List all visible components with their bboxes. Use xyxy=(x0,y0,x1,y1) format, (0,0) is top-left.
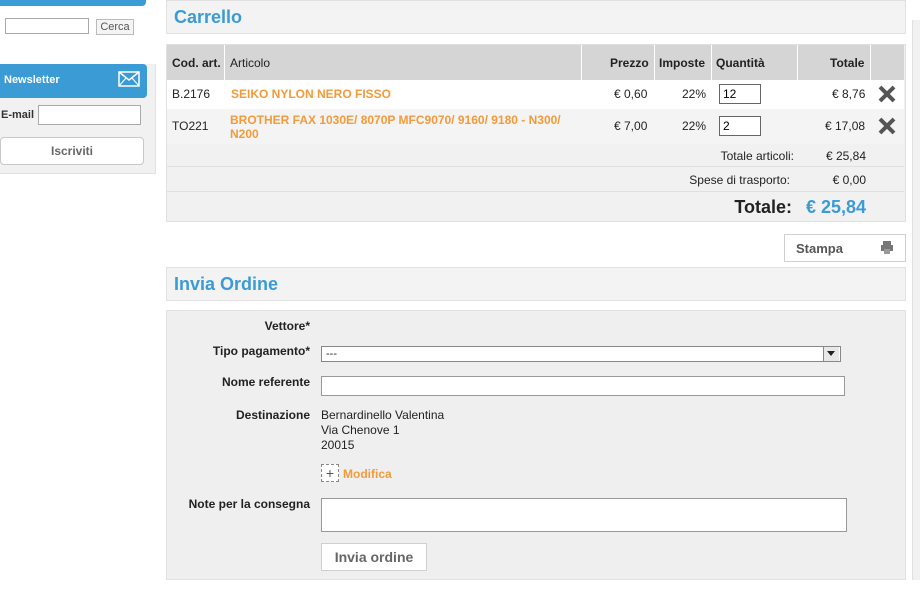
delivery-notes-textarea[interactable] xyxy=(321,498,847,532)
quantity-input[interactable] xyxy=(719,84,761,104)
header-separator xyxy=(654,45,655,80)
email-label: E-mail xyxy=(1,109,35,121)
col-header-code: Cod. art. xyxy=(172,56,221,70)
shipping-label: Spese di trasporto: xyxy=(689,173,790,187)
product-link[interactable]: SEIKO NYLON NERO FISSO xyxy=(231,87,391,101)
edit-link[interactable]: Modifica xyxy=(343,467,392,481)
items-total-label: Totale articoli: xyxy=(720,149,794,163)
quantity-input[interactable] xyxy=(719,116,761,136)
sidebar-top-bar xyxy=(0,0,146,6)
grand-total-value: € 25,84 xyxy=(805,197,866,217)
subscribe-button[interactable]: Iscriviti xyxy=(0,137,144,165)
chevron-down-icon[interactable] xyxy=(823,347,839,361)
col-header-tax: Imposte xyxy=(659,56,706,70)
delete-icon[interactable] xyxy=(877,116,897,136)
grand-total-label: Totale: xyxy=(734,197,792,217)
col-header-qty: Quantità xyxy=(716,56,765,70)
cart-header xyxy=(166,0,906,34)
delete-icon[interactable] xyxy=(877,84,897,104)
row-code: B.2176 xyxy=(172,87,211,101)
row-tax: 22% xyxy=(682,119,707,133)
email-field[interactable] xyxy=(38,105,141,125)
destination-line: Bernardinello Valentina xyxy=(321,408,445,422)
product-link-line2[interactable]: N200 xyxy=(230,127,259,141)
printer-icon[interactable] xyxy=(880,240,894,254)
divider xyxy=(167,191,904,192)
row-price: € 7,00 xyxy=(614,119,648,133)
row-total: € 8,76 xyxy=(832,87,866,101)
header-separator xyxy=(581,45,582,80)
product-link[interactable]: BROTHER FAX 1030E/ 8070P MFC9070/ 9160/ … xyxy=(230,113,561,127)
destination-line: 20015 xyxy=(321,438,355,452)
payment-type-label: Tipo pagamento* xyxy=(212,344,310,358)
shipping-value: € 0,00 xyxy=(832,173,866,187)
header-separator xyxy=(797,45,798,80)
items-total-value: € 25,84 xyxy=(825,149,866,163)
payment-type-select[interactable]: --- xyxy=(321,346,841,362)
cart-title: Carrello xyxy=(174,7,243,27)
contact-name-input[interactable] xyxy=(321,376,845,396)
row-total: € 17,08 xyxy=(825,119,866,133)
print-button-label[interactable]: Stampa xyxy=(796,241,843,256)
search-button[interactable]: Cerca xyxy=(96,19,134,35)
search-input[interactable] xyxy=(5,18,89,34)
row-tax: 22% xyxy=(682,87,707,101)
row-price: € 0,60 xyxy=(614,87,648,101)
destination-label: Destinazione xyxy=(235,408,310,422)
newsletter-title: Newsletter xyxy=(4,74,60,86)
col-header-price: Prezzo xyxy=(610,56,649,70)
header-separator xyxy=(711,45,712,80)
col-header-total: Totale xyxy=(830,56,865,70)
right-panel-edge xyxy=(912,20,920,580)
table-header-row xyxy=(167,45,904,80)
divider xyxy=(167,166,904,167)
col-header-article: Articolo xyxy=(230,56,271,70)
envelope-icon xyxy=(118,71,140,87)
header-separator xyxy=(870,45,871,80)
carrier-label: Vettore* xyxy=(264,319,310,333)
row-code: TO221 xyxy=(172,119,209,133)
plus-icon[interactable]: + xyxy=(321,464,339,482)
destination-line: Via Chenove 1 xyxy=(321,423,400,437)
order-title: Invia Ordine xyxy=(174,274,279,294)
submit-order-button[interactable]: Invia ordine xyxy=(321,543,427,571)
delivery-notes-label: Note per la consegna xyxy=(188,497,310,511)
contact-name-label: Nome referente xyxy=(221,375,310,389)
header-separator xyxy=(224,45,225,80)
